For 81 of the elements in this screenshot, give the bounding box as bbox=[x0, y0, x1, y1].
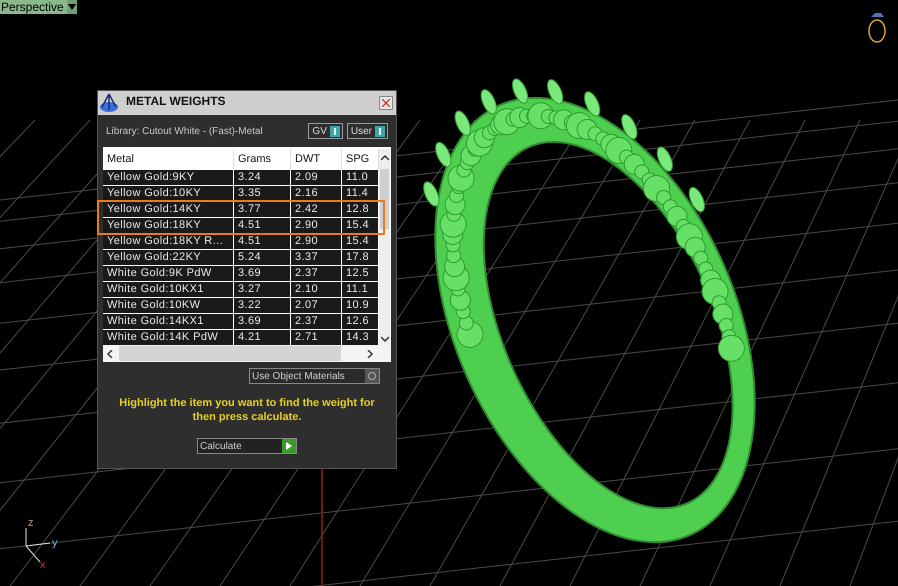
table-cell: 17.8 bbox=[342, 250, 379, 265]
scroll-down-icon[interactable] bbox=[380, 336, 388, 342]
table-cell: 2.71 bbox=[291, 330, 342, 345]
table-cell: 4.51 bbox=[234, 234, 291, 249]
table-cell: Yellow Gold:10KY bbox=[103, 186, 234, 201]
table-row[interactable]: Yellow Gold:18KY R... 4.51 2.90 15.4 bbox=[103, 233, 379, 249]
calculate-button[interactable]: Calculate bbox=[197, 438, 297, 454]
table-cell: Yellow Gold:14KY bbox=[103, 202, 234, 217]
table-cell: 3.27 bbox=[234, 282, 291, 297]
table-cell: 3.69 bbox=[234, 266, 291, 281]
table-cell: 15.4 bbox=[342, 218, 379, 233]
table-cell: Yellow Gold:18KY R... bbox=[103, 234, 234, 249]
toggle-button[interactable]: User bbox=[346, 123, 388, 139]
table-cell: 12.8 bbox=[342, 202, 379, 217]
play-icon bbox=[286, 442, 292, 450]
table-cell: White Gold:10KX1 bbox=[103, 282, 234, 297]
app-logo-icon bbox=[98, 92, 120, 114]
table-cell: Yellow Gold:9KY bbox=[103, 170, 234, 185]
table-cell: White Gold:9K PdW bbox=[103, 266, 234, 281]
column-header[interactable]: DWT bbox=[291, 149, 342, 169]
table-cell: Yellow Gold:22KY bbox=[103, 250, 234, 265]
table-cell: 5.24 bbox=[234, 250, 291, 265]
table-cell: 2.10 bbox=[291, 282, 342, 297]
dialog-title: METAL WEIGHTS bbox=[126, 93, 226, 110]
scroll-thumb[interactable] bbox=[119, 346, 341, 361]
axis-label: z bbox=[28, 518, 34, 529]
library-label: Library: Cutout White - (Fast)-Metal bbox=[106, 124, 263, 138]
table-cell: 2.16 bbox=[291, 186, 342, 201]
table-row[interactable]: Yellow Gold:14KY 3.77 2.42 12.8 bbox=[103, 201, 379, 217]
table-cell: Yellow Gold:18KY bbox=[103, 218, 234, 233]
table-cell: 11.1 bbox=[342, 282, 379, 297]
table-row[interactable]: Yellow Gold:10KY 3.35 2.16 11.4 bbox=[103, 185, 379, 201]
instruction-text: Highlight the item you want to find the weight for then press calculate. bbox=[118, 396, 376, 424]
table-cell: 2.90 bbox=[291, 218, 342, 233]
table-cell: 3.37 bbox=[291, 250, 342, 265]
table-row[interactable]: White Gold:9K PdW 3.69 2.37 12.5 bbox=[103, 265, 379, 281]
table-cell: 2.37 bbox=[291, 266, 342, 281]
axis-label: y bbox=[52, 538, 58, 549]
table-row[interactable]: White Gold:14K PdW 4.21 2.71 14.3 bbox=[103, 329, 379, 345]
table-cell: 3.77 bbox=[234, 202, 291, 217]
table-cell: 10.9 bbox=[342, 298, 379, 313]
viewport-tab[interactable]: Perspective bbox=[0, 0, 77, 14]
scroll-left-icon[interactable] bbox=[107, 350, 113, 358]
table-cell: 15.4 bbox=[342, 234, 379, 249]
table-row[interactable]: Yellow Gold:22KY 5.24 3.37 17.8 bbox=[103, 249, 379, 265]
table-cell: 2.37 bbox=[291, 314, 342, 329]
table-cell: 12.5 bbox=[342, 266, 379, 281]
column-header[interactable]: Metal bbox=[103, 149, 234, 169]
axis-gnomon-icon bbox=[26, 528, 50, 562]
toggle-button[interactable]: GV bbox=[308, 123, 343, 139]
table-cell: White Gold:14K PdW bbox=[103, 330, 234, 345]
table-cell: 3.22 bbox=[234, 298, 291, 313]
table-row[interactable]: White Gold:14KX1 3.69 2.37 12.6 bbox=[103, 313, 379, 329]
table-cell: 11.4 bbox=[342, 186, 379, 201]
table-cell: 11.0 bbox=[342, 170, 379, 185]
table-cell: 14.3 bbox=[342, 330, 379, 345]
table-cell: 2.42 bbox=[291, 202, 342, 217]
table-cell: White Gold:14KX1 bbox=[103, 314, 234, 329]
table-cell: 2.09 bbox=[291, 170, 342, 185]
table-cell: 2.07 bbox=[291, 298, 342, 313]
table-cell: 4.51 bbox=[234, 218, 291, 233]
table-cell: 3.69 bbox=[234, 314, 291, 329]
axis-label: x bbox=[40, 560, 46, 571]
table-cell: White Gold:10KW bbox=[103, 298, 234, 313]
scroll-right-icon[interactable] bbox=[367, 350, 373, 358]
horizontal-scrollbar[interactable] bbox=[103, 345, 391, 362]
ring-icon[interactable] bbox=[866, 10, 888, 44]
table-row[interactable]: White Gold:10KX1 3.27 2.10 11.1 bbox=[103, 281, 379, 297]
materials-dropdown[interactable]: Use Object Materials bbox=[249, 368, 380, 384]
table-row[interactable]: Yellow Gold:9KY 3.24 2.09 11.0 bbox=[103, 169, 379, 185]
table-cell: 4.21 bbox=[234, 330, 291, 345]
column-header[interactable]: Grams bbox=[234, 149, 291, 169]
table-cell: 3.24 bbox=[234, 170, 291, 185]
vertical-scrollbar[interactable] bbox=[379, 149, 390, 345]
table-cell: 2.90 bbox=[291, 234, 342, 249]
close-icon bbox=[382, 99, 390, 107]
scroll-up-icon[interactable] bbox=[380, 155, 388, 161]
table-cell: 3.35 bbox=[234, 186, 291, 201]
close-button[interactable] bbox=[379, 96, 393, 110]
table-row[interactable]: White Gold:10KW 3.22 2.07 10.9 bbox=[103, 297, 379, 313]
table-cell: 12.6 bbox=[342, 314, 379, 329]
